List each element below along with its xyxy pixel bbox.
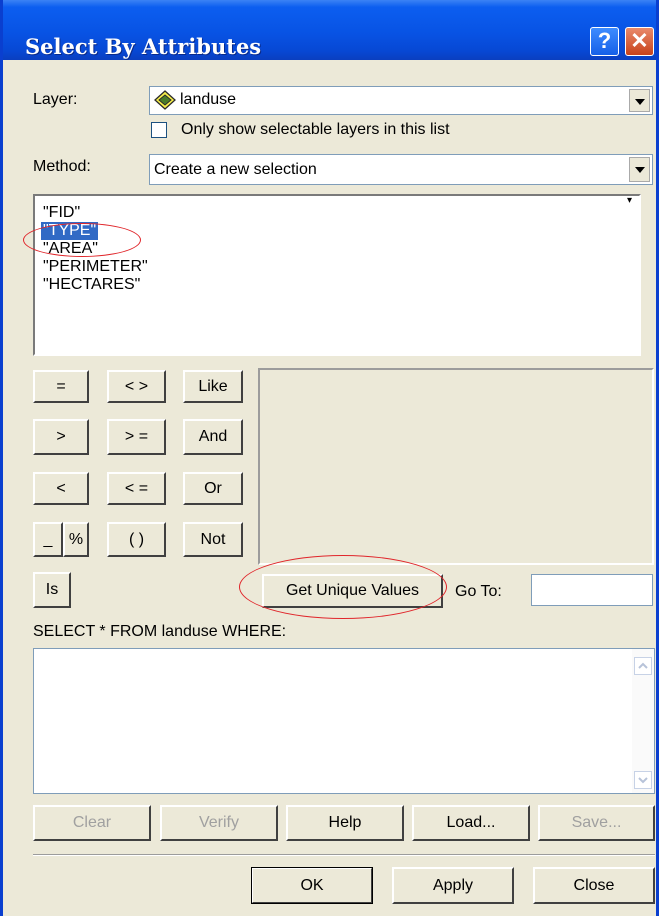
clear-button[interactable]: Clear [33,805,151,841]
equals-button[interactable]: = [33,370,89,403]
goto-input[interactable] [531,574,653,606]
method-value: Create a new selection [154,161,317,178]
greater-equal-button[interactable]: > = [107,419,166,455]
help-button[interactable]: Help [286,805,404,841]
highlight-circle-unique-values [239,555,447,619]
percent-button[interactable]: % [63,522,89,557]
highlight-circle-type [23,223,141,257]
load-button[interactable]: Load... [412,805,530,841]
close-icon[interactable]: ✕ [625,27,654,56]
ok-button[interactable]: OK [251,867,373,904]
select-by-attributes-dialog: Select By Attributes ? ✕ Layer: landuse … [0,0,659,916]
not-equal-button[interactable]: < > [107,370,166,403]
close-button[interactable]: Close [533,867,655,904]
parentheses-button[interactable]: ( ) [107,522,166,557]
title-bar[interactable]: Select By Attributes ? ✕ [3,0,656,60]
list-item-fid[interactable]: "FID" [43,204,80,222]
layer-dropdown[interactable]: landuse [149,86,653,115]
scroll-up-icon[interactable] [634,657,652,675]
query-label: SELECT * FROM landuse WHERE: [33,623,287,640]
only-selectable-checkbox[interactable] [151,122,167,138]
list-item-perimeter[interactable]: "PERIMETER" [43,258,148,276]
and-button[interactable]: And [183,419,243,455]
chevron-down-icon[interactable] [629,157,650,182]
underscore-button[interactable]: _ [33,522,63,557]
only-selectable-label: Only show selectable layers in this list [181,121,450,138]
verify-button[interactable]: Verify [160,805,278,841]
is-button[interactable]: Is [33,572,71,608]
greater-than-button[interactable]: > [33,419,89,455]
separator [33,854,655,856]
not-button[interactable]: Not [183,522,243,557]
chevron-down-icon[interactable] [629,89,650,112]
help-icon[interactable]: ? [590,27,619,56]
method-label: Method: [33,158,91,175]
or-button[interactable]: Or [183,472,243,505]
layer-icon [154,90,176,110]
layer-label: Layer: [33,91,78,108]
less-equal-button[interactable]: < = [107,472,166,505]
method-dropdown[interactable]: Create a new selection [149,154,653,185]
less-than-button[interactable]: < [33,472,89,505]
resize-grip-icon[interactable]: ▾ [627,196,639,206]
save-button[interactable]: Save... [538,805,655,841]
layer-value: landuse [180,91,237,108]
query-scrollbar[interactable] [632,649,654,793]
window-title: Select By Attributes [25,34,262,59]
apply-button[interactable]: Apply [392,867,514,904]
field-list[interactable]: "FID" "TYPE" "AREA" "PERIMETER" "HECTARE… [33,194,641,356]
query-textarea[interactable] [33,648,655,794]
list-item-hectares[interactable]: "HECTARES" [43,276,140,294]
unique-values-list[interactable] [258,368,654,565]
goto-label: Go To: [455,583,502,600]
scroll-down-icon[interactable] [634,771,652,789]
like-button[interactable]: Like [183,370,243,403]
